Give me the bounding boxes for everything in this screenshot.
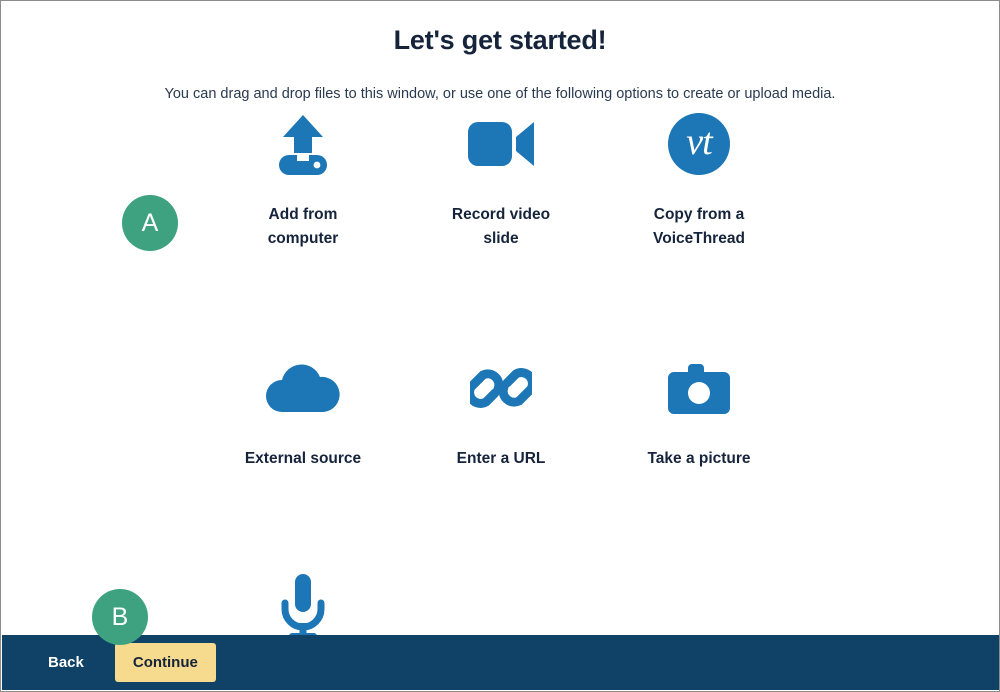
option-enter-a-url[interactable]: Enter a URL (402, 349, 600, 471)
back-button[interactable]: Back (42, 653, 90, 672)
annotation-marker-a: A (122, 195, 178, 251)
media-options-row: Add fromcomputer Record videoslide vt (204, 105, 798, 251)
footer-action-bar: Back Continue (2, 635, 999, 690)
media-options-grid: Add fromcomputer Record videoslide vt (204, 105, 798, 691)
option-add-from-computer[interactable]: Add from computer (204, 105, 402, 251)
row-spacer (204, 251, 798, 349)
page-subtitle: You can drag and drop files to this wind… (164, 85, 836, 102)
cloud-icon (264, 349, 342, 427)
option-label: Add from computer (267, 206, 339, 248)
upload-icon (271, 105, 335, 183)
annotation-marker-b: B (92, 589, 148, 645)
continue-button[interactable]: Continue (114, 643, 216, 682)
voicethread-media-picker-window: Let's get started! You can drag and drop… (0, 0, 1000, 692)
option-label: Take a picture (647, 450, 751, 468)
video-camera-icon (468, 105, 534, 183)
option-label: Record video slide (451, 206, 551, 248)
media-options-row: External source Enter a URL Take a pictu… (204, 349, 798, 471)
option-external-source[interactable]: External source (204, 349, 402, 471)
voicethread-logo-text: vt (686, 121, 712, 163)
page-title: Let's get started! (393, 25, 607, 56)
option-take-a-picture[interactable]: Take a picture (600, 349, 798, 471)
option-label: External source (244, 450, 362, 468)
camera-icon (668, 349, 730, 427)
option-label: Enter a URL (456, 450, 546, 468)
row-spacer (204, 471, 798, 568)
option-record-video-slide[interactable]: Record video slide (402, 105, 600, 251)
link-icon (470, 349, 532, 427)
option-label: Copy from a VoiceThread (653, 206, 745, 248)
voicethread-logo-icon: vt (668, 105, 730, 183)
option-copy-from-voicethread[interactable]: vt Copy from a VoiceThread (600, 105, 798, 251)
